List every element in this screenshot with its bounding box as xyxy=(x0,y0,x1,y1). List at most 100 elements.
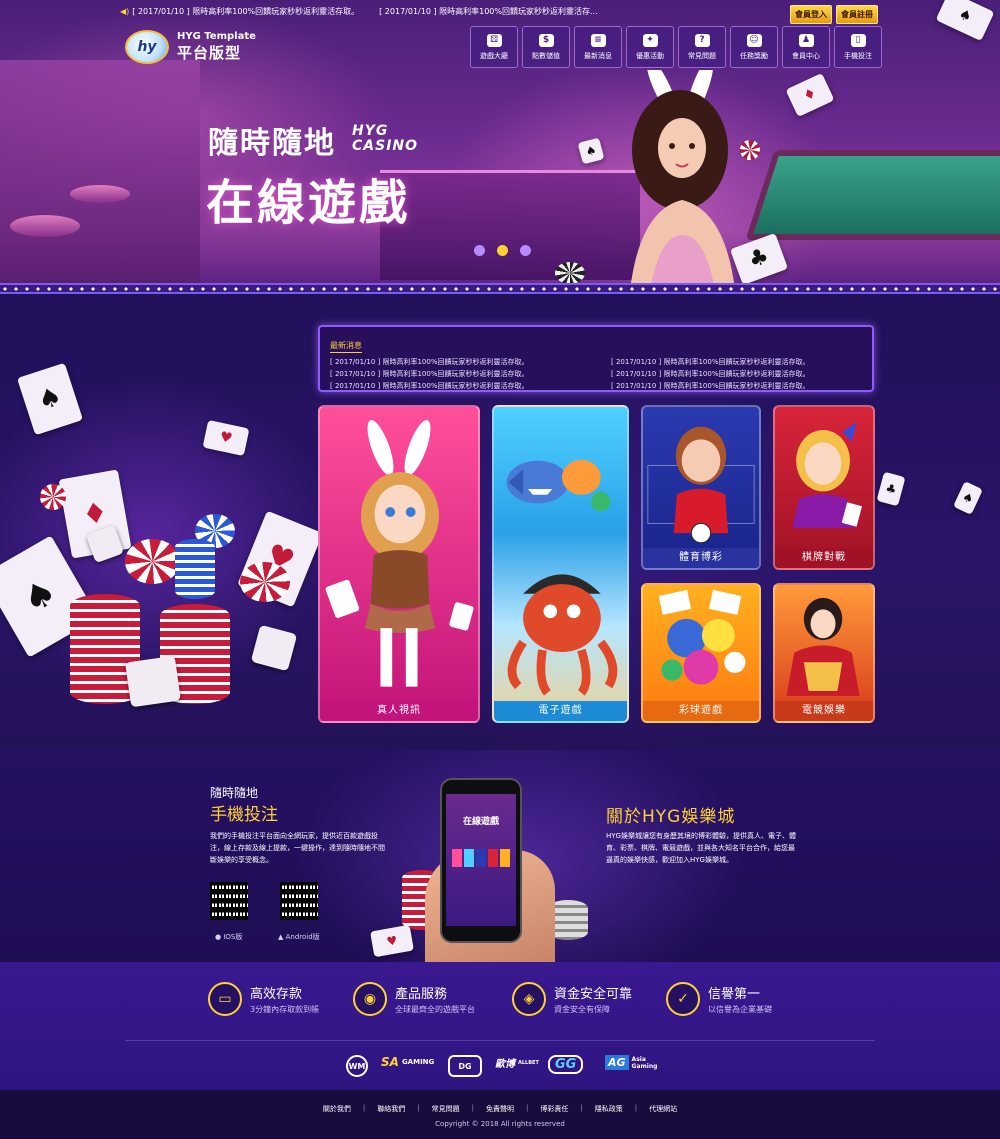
footer-link-disclaimer[interactable]: 免責聲明 xyxy=(474,1104,526,1114)
site-logo[interactable]: hy HYG Template 平台版型 xyxy=(125,30,256,64)
hero-title-line2: 在線遊戲 xyxy=(206,175,411,231)
logo-line2: 平台版型 xyxy=(177,44,242,62)
footer-links: 關於我們 | 聯絡我們 | 常見問題 | 免責聲明 | 博彩責任 | 隱私政策 | 代理網站 xyxy=(0,1104,1000,1114)
feature-text: 產品服務全球最齊全的遊戲平台 xyxy=(395,983,475,1015)
login-button[interactable]: 會員登入 xyxy=(790,5,832,24)
poker-chip xyxy=(240,562,290,602)
sa-text: GAMING xyxy=(401,1058,435,1066)
carousel-dot-active[interactable] xyxy=(497,245,508,256)
fishing-game-illustration xyxy=(506,459,618,696)
register-button[interactable]: 會員註冊 xyxy=(836,5,878,24)
lottery-balls-illustration xyxy=(658,589,746,685)
partner-ag-logo[interactable]: AG Asia Gaming xyxy=(605,1055,657,1070)
partner-gg-logo[interactable]: GG xyxy=(548,1055,584,1074)
sa-mark: SA xyxy=(381,1055,399,1069)
bunny-girl-illustration xyxy=(630,70,735,290)
feature-reputation: ✓ 信譽第一 以信譽為企業基礎 xyxy=(666,982,772,1016)
question-icon: ? xyxy=(694,33,710,47)
wm-mark: WM xyxy=(346,1055,368,1077)
nav-label: 會員中心 xyxy=(792,51,820,60)
nav-label: 最新消息 xyxy=(584,51,612,60)
nav-item-missions[interactable]: ☺ 任務獎勵 xyxy=(730,26,778,68)
carousel-dots xyxy=(474,245,531,256)
footer-link-responsible-gaming[interactable]: 博彩責任 xyxy=(528,1104,580,1114)
feature-title: 產品服務 xyxy=(395,987,448,1002)
partner-sa-gaming-logo[interactable]: SA GAMING xyxy=(381,1055,434,1069)
footer-link-about[interactable]: 關於我們 xyxy=(311,1104,363,1114)
card-icon: ▭ xyxy=(208,982,242,1016)
nav-item-faq[interactable]: ? 常見問題 xyxy=(678,26,726,68)
carousel-dot[interactable] xyxy=(520,245,531,256)
news-item[interactable]: [ 2017/01/10 ] 限時高利率100%回饋玩家秒秒返利靈活存取。 xyxy=(330,357,581,367)
game-card-sports[interactable]: 體育博彩 xyxy=(641,405,761,570)
mobile-subtitle: 隨時隨地 xyxy=(210,786,259,800)
news-item[interactable]: [ 2017/01/10 ] 限時高利率100%回饋玩家秒秒返利靈活存取。 xyxy=(611,381,862,391)
nav-item-news[interactable]: ≡ 最新消息 xyxy=(574,26,622,68)
phone-icon: ▯ xyxy=(850,33,866,47)
nav-item-promotions[interactable]: ✦ 優惠活動 xyxy=(626,26,674,68)
hero-title-line1: 隨時隨地 xyxy=(208,126,336,161)
game-card-lottery[interactable]: 彩球遊戲 xyxy=(641,583,761,723)
feature-security: ◈ 資金安全可靠 資金安全有保障 xyxy=(512,982,632,1016)
ticker-item[interactable]: [ 2017/01/10 ] 限時高利率100%回饋玩家秒秒返利靈活存... xyxy=(379,6,597,17)
nav-item-members[interactable]: ♟ 會員中心 xyxy=(782,26,830,68)
footer-link-contact[interactable]: 聯絡我們 xyxy=(365,1104,417,1114)
nav-label: 常見問題 xyxy=(688,51,716,60)
gg-mark: GG xyxy=(548,1055,584,1074)
allbet-mark: 歐博 xyxy=(495,1059,515,1070)
footer-link-privacy[interactable]: 隱私政策 xyxy=(583,1104,635,1114)
partner-allbet-logo[interactable]: 歐博 ALLBET xyxy=(495,1055,539,1070)
feature-subtitle: 全球最齊全的遊戲平台 xyxy=(395,1005,475,1014)
feature-deposit: ▭ 高效存款 3分鐘內存取款到帳 xyxy=(208,982,319,1016)
logo-text: HYG Template 平台版型 xyxy=(177,31,256,63)
partner-wm-logo[interactable]: WM xyxy=(346,1055,368,1077)
ag-mark: AG xyxy=(605,1055,629,1070)
mobile-title: 手機投注 xyxy=(210,805,278,825)
soccer-player-illustration xyxy=(647,426,755,544)
phone-screen: 在線遊戲 xyxy=(446,794,516,926)
floating-card: ♠ xyxy=(935,0,995,42)
ticker-item[interactable]: ◀)[ 2017/01/10 ] 限時高利率100%回饋玩家秒秒返利靈活存取。 xyxy=(120,6,359,17)
phone-screen-tiles xyxy=(446,849,516,867)
nav-label: 手機投注 xyxy=(844,51,872,60)
nav-label: 任務獎勵 xyxy=(740,51,768,60)
poker-chip xyxy=(125,539,180,584)
logo-mark: hy xyxy=(125,30,169,64)
partner-dg-logo[interactable]: DG xyxy=(448,1055,482,1077)
android-label-text: Android版 xyxy=(285,933,320,941)
news-item[interactable]: [ 2017/01/10 ] 限時高利率100%回饋玩家秒秒返利靈活存取。 xyxy=(330,369,581,379)
feature-text: 資金安全可靠 資金安全有保障 xyxy=(554,983,632,1015)
dice xyxy=(125,655,181,708)
feature-subtitle: 3分鐘內存取款到帳 xyxy=(250,1005,320,1014)
game-card-slots[interactable]: 電子遊戲 xyxy=(492,405,629,723)
footer-link-faq[interactable]: 常見問題 xyxy=(420,1104,472,1114)
footer-link-agent[interactable]: 代理網站 xyxy=(637,1104,689,1114)
game-card-esports[interactable]: 電競娛樂 xyxy=(773,583,875,723)
thumbs-up-icon: ✓ xyxy=(666,982,700,1016)
floating-card: ♦ xyxy=(785,72,835,118)
news-item[interactable]: [ 2017/01/10 ] 限時高利率100%回饋玩家秒秒返利靈活存取。 xyxy=(611,369,862,379)
nav-item-deposit[interactable]: $ 點數儲值 xyxy=(522,26,570,68)
pool-table xyxy=(745,150,1000,240)
hero-bar-background xyxy=(0,60,200,290)
copyright: Copyright © 2018 All rights reserved xyxy=(435,1120,565,1128)
nav-item-game-lobby[interactable]: ⚄ 遊戲大廳 xyxy=(470,26,518,68)
divider xyxy=(125,1040,875,1041)
poker-chip xyxy=(555,262,585,284)
latest-news-panel: 最新消息 [ 2017/01/10 ] 限時高利率100%回饋玩家秒秒返利靈活存… xyxy=(318,325,874,392)
hero-banner: ♣ ♠ ♦ ♠ 隨時隨地 HYG CASINO 在線遊戲 ◀)[ 2017/01… xyxy=(0,0,1000,290)
news-ticker[interactable]: ◀)[ 2017/01/10 ] 限時高利率100%回饋玩家秒秒返利靈活存取。 … xyxy=(120,6,598,17)
news-item[interactable]: [ 2017/01/10 ] 限時高利率100%回饋玩家秒秒返利靈活存取。 xyxy=(611,357,862,367)
ios-qr-code[interactable] xyxy=(210,882,248,920)
news-item[interactable]: [ 2017/01/10 ] 限時高利率100%回饋玩家秒秒返利靈活存取。 xyxy=(330,381,581,391)
game-card-cards[interactable]: 棋牌對戰 xyxy=(773,405,875,570)
ios-label: ● IOS版 xyxy=(215,932,242,942)
ticker-text: [ 2017/01/10 ] 限時高利率100%回饋玩家秒秒返利靈活存取。 xyxy=(132,7,360,16)
live-dealer-illustration xyxy=(325,420,474,687)
marquee-light-strip xyxy=(0,283,1000,294)
android-qr-code[interactable] xyxy=(280,882,318,920)
nav-item-mobile[interactable]: ▯ 手機投注 xyxy=(834,26,882,68)
game-card-live[interactable]: 真人視訊 xyxy=(318,405,480,723)
feature-text: 信譽第一 以信譽為企業基礎 xyxy=(708,983,772,1015)
carousel-dot[interactable] xyxy=(474,245,485,256)
